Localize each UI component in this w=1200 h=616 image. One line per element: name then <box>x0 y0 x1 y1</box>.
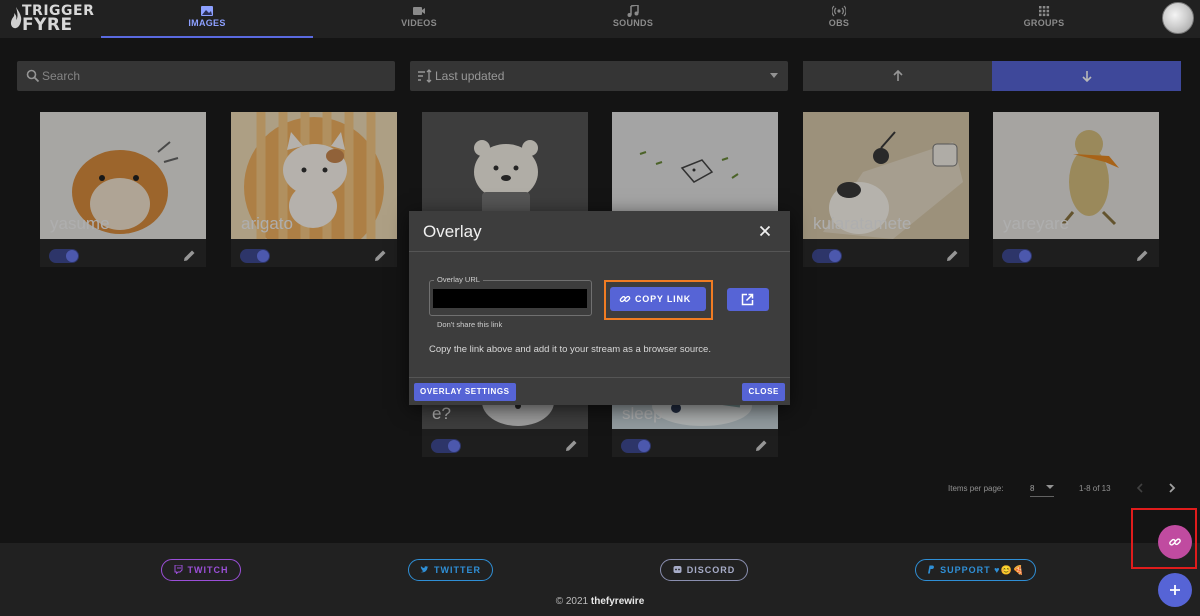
plus-icon <box>1170 585 1180 595</box>
overlay-dialog: Overlay Overlay URL Don't share this lin… <box>409 211 790 405</box>
grid-icon <box>1039 6 1050 17</box>
copyright-year: © 2021 <box>555 596 589 607</box>
twitch-link[interactable]: TWITCH <box>161 559 241 581</box>
tab-label: SOUNDS <box>612 18 654 28</box>
open-in-new-icon <box>741 293 754 306</box>
video-icon <box>413 7 425 15</box>
tab-label: IMAGES <box>188 18 226 28</box>
close-icon[interactable] <box>759 225 771 237</box>
tab-sounds[interactable]: SOUNDS <box>527 0 739 38</box>
flame-icon <box>10 7 22 29</box>
tab-videos[interactable]: VIDEOS <box>313 0 525 38</box>
copy-link-button[interactable]: COPY LINK <box>610 287 706 311</box>
twitter-link[interactable]: TWITTER <box>408 559 493 581</box>
link-icon <box>619 295 631 303</box>
discord-link[interactable]: DISCORD <box>660 559 748 581</box>
support-label: SUPPORT ♥😊🍕 <box>940 565 1025 575</box>
dialog-footer: OVERLAY SETTINGS CLOSE <box>409 377 790 405</box>
discord-label: DISCORD <box>686 565 736 575</box>
close-button[interactable]: CLOSE <box>742 383 785 401</box>
logo-line-2: FYRE <box>22 15 73 35</box>
twitter-label: TWITTER <box>434 565 481 575</box>
twitter-icon <box>420 566 429 573</box>
copyright: © 2021 thefyrewire <box>0 596 1200 607</box>
open-in-new-window-button[interactable] <box>727 288 769 311</box>
add-button[interactable] <box>1158 573 1192 607</box>
tab-obs[interactable]: OBS <box>733 0 945 38</box>
image-icon <box>201 6 213 16</box>
tab-groups[interactable]: GROUPS <box>938 0 1150 38</box>
music-note-icon <box>627 5 639 17</box>
user-avatar[interactable] <box>1162 2 1194 34</box>
overlay-settings-button[interactable]: OVERLAY SETTINGS <box>414 383 516 401</box>
tab-images[interactable]: IMAGES <box>101 0 313 38</box>
dialog-title: Overlay <box>423 222 482 241</box>
broadcast-icon <box>832 5 846 17</box>
overlay-url-label: Overlay URL <box>434 275 483 284</box>
copy-link-label: COPY LINK <box>635 294 692 304</box>
tab-label: VIDEOS <box>401 18 437 28</box>
discord-icon <box>673 566 682 573</box>
highlight-box <box>1131 508 1197 569</box>
app-root: TRIGGER FYRE IMAGES VIDEOS SOUNDS OBS GR… <box>0 0 1200 616</box>
tab-label: OBS <box>828 18 850 28</box>
dialog-instructions: Copy the link above and add it to your s… <box>429 344 711 355</box>
dialog-header: Overlay <box>409 211 790 252</box>
overlay-url-value[interactable] <box>433 289 587 308</box>
paypal-icon <box>928 565 935 574</box>
twitch-label: TWITCH <box>187 565 229 575</box>
overlay-url-helper: Don't share this link <box>437 320 503 329</box>
tab-label: GROUPS <box>1023 18 1065 28</box>
triggerfyre-logo[interactable]: TRIGGER FYRE <box>10 3 94 35</box>
support-link[interactable]: SUPPORT ♥😊🍕 <box>915 559 1036 581</box>
top-navigation: TRIGGER FYRE IMAGES VIDEOS SOUNDS OBS GR… <box>0 0 1200 38</box>
copyright-owner[interactable]: thefyrewire <box>591 596 644 607</box>
twitch-icon <box>174 565 182 574</box>
